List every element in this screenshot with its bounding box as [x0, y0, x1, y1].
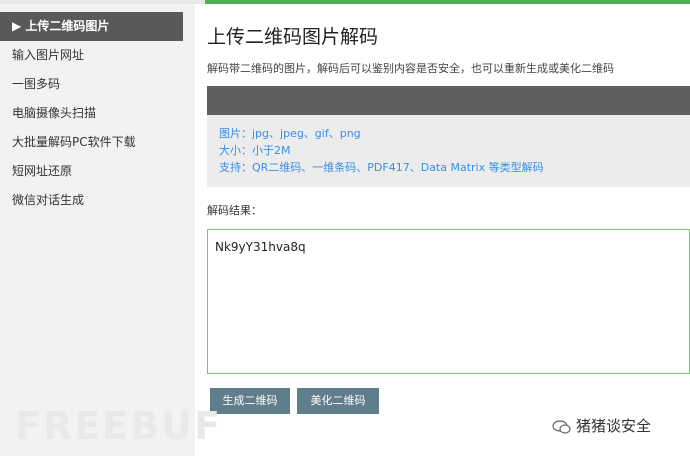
freebuf-watermark: FREEBUF — [15, 404, 222, 448]
upload-area[interactable] — [207, 86, 690, 115]
result-textarea[interactable]: Nk9yY31hva8q — [207, 229, 690, 374]
page-description: 解码带二维码的图片，解码后可以鉴别内容是否安全，也可以重新生成或美化二维码 — [207, 62, 614, 75]
info-formats: 图片：jpg、jpeg、gif、png — [219, 127, 361, 140]
sidebar-item-short-url[interactable]: 短网址还原 — [0, 157, 195, 186]
sidebar-item-pc-download[interactable]: 大批量解码PC软件下载 — [0, 128, 195, 157]
sidebar-item-wechat-chat[interactable]: 微信对话生成 — [0, 186, 195, 215]
author-watermark: 猪猪谈安全 — [552, 415, 651, 436]
upload-info-box: 图片：jpg、jpeg、gif、png 大小：小于2M 支持：QR二维码、一维条… — [207, 115, 690, 187]
sidebar-item-camera-scan[interactable]: 电脑摄像头扫描 — [0, 99, 195, 128]
generate-qr-button[interactable]: 生成二维码 — [210, 388, 290, 414]
sidebar-item-upload-qr[interactable]: ▶ 上传二维码图片 — [0, 12, 183, 41]
page-title: 上传二维码图片解码 — [207, 26, 379, 48]
result-label: 解码结果： — [207, 204, 262, 217]
sidebar-item-input-url[interactable]: 输入图片网址 — [0, 41, 195, 70]
beautify-qr-button[interactable]: 美化二维码 — [297, 388, 379, 414]
info-support: 支持：QR二维码、一维条码、PDF417、Data Matrix 等类型解码 — [219, 161, 544, 174]
main-content: 上传二维码图片解码 解码带二维码的图片，解码后可以鉴别内容是否安全，也可以重新生… — [195, 4, 690, 456]
author-name: 猪猪谈安全 — [576, 417, 652, 435]
sidebar-menu: ▶ 上传二维码图片 输入图片网址 一图多码 电脑摄像头扫描 大批量解码PC软件下… — [0, 12, 195, 215]
sidebar-item-multi-code[interactable]: 一图多码 — [0, 70, 195, 99]
wechat-icon — [552, 419, 571, 434]
info-size: 大小：小于2M — [219, 144, 291, 157]
sidebar: ▶ 上传二维码图片 输入图片网址 一图多码 电脑摄像头扫描 大批量解码PC软件下… — [0, 4, 195, 456]
